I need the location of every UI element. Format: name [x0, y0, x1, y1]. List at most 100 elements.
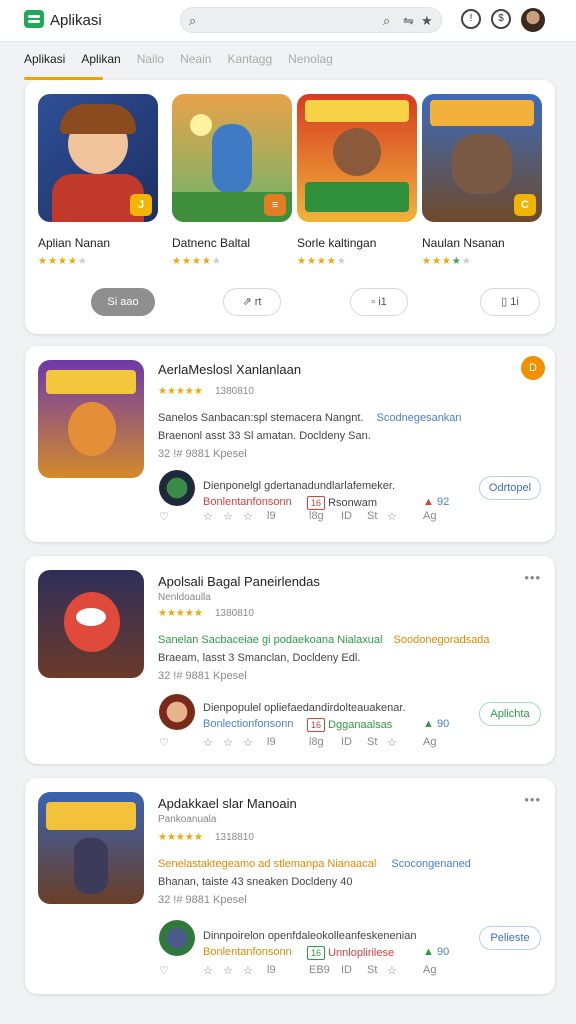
developer-line: Dinnpoirelon openfdaleokolleanfeskenenia… — [203, 930, 417, 942]
featured-tile[interactable]: ≡ — [172, 94, 292, 222]
rating-tag: 16 — [307, 718, 326, 732]
pill-button[interactable]: ⇗ rt — [223, 288, 281, 316]
rating-stars: ★★★★★ — [172, 256, 222, 267]
star-icon[interactable]: ☆ — [223, 736, 233, 749]
developer-tag: 16 Dgganaalsas — [307, 718, 392, 732]
featured-tile[interactable]: J — [38, 94, 158, 222]
share-icon[interactable]: ⇋ — [403, 13, 414, 29]
star-icon[interactable]: ☆ — [203, 736, 213, 749]
featured-name: Sorle kaltingan — [297, 236, 377, 250]
developer-avatar[interactable] — [159, 470, 195, 506]
star-icon[interactable]: ☆ — [243, 736, 253, 749]
notification-badge[interactable]: D — [521, 356, 545, 380]
description-line: Sanelos Sanbacan:spl stemacera Nangnt. S… — [158, 412, 462, 424]
description-line: Sanelan Sacbaceiae gi podaekoana Nialaxu… — [158, 634, 490, 646]
meta-line: 32 !# 9881 Kpesel — [158, 448, 247, 460]
action-button[interactable]: Aplichta — [479, 702, 541, 726]
featured-tile[interactable]: C — [422, 94, 542, 222]
developer-number: ▲ 90 — [423, 718, 449, 730]
foot-value: ID — [341, 510, 352, 522]
rating-stars: ★★★★★ — [38, 256, 88, 267]
more-icon[interactable]: ••• — [524, 792, 541, 807]
more-icon[interactable]: ••• — [524, 570, 541, 585]
history-icon[interactable]: ! — [461, 9, 481, 29]
like-icon[interactable]: ♡ — [159, 510, 169, 523]
foot-value: l9 — [267, 510, 276, 522]
badge-icon: ≡ — [264, 194, 286, 216]
tab-bar: Aplikasi Aplikan Nailo Neain Kantagg Nen… — [24, 52, 349, 66]
foot-value: Ag — [423, 736, 437, 748]
description-line: Braenonl asst 33 Sl amatan. Docldeny San… — [158, 430, 371, 442]
search-input[interactable]: ⌕ ⌕ ⇋ ★ — [180, 7, 442, 33]
pill-button[interactable]: ▫ i1 — [350, 288, 408, 316]
action-button[interactable]: Pelieste — [479, 926, 541, 950]
developer-tag: 16 Unnloplirilese — [307, 946, 394, 960]
search-icon: ⌕ — [189, 13, 197, 28]
rating-count: 1380810 — [215, 386, 254, 397]
star-icon[interactable]: ☆ — [243, 964, 253, 977]
app-icon-small: ▲ — [423, 496, 434, 508]
developer-name[interactable]: Bonlectionfonsonn — [203, 718, 294, 730]
description-text: Sanelan Sacbaceiae gi podaekoana Nialaxu… — [158, 634, 383, 646]
star-icon[interactable]: ★ — [421, 13, 433, 29]
developer-count: 92 — [436, 496, 450, 508]
developer-tag-label: Rsonwam — [328, 497, 377, 509]
app-card[interactable]: AerlaMeslosl Xanlanlaan D ★★★★★ 1380810 … — [25, 346, 555, 542]
star-icon[interactable]: ☆ — [387, 736, 397, 749]
description-line: Braeam, lasst 3 Smanclan, Docldeny Edl. — [158, 652, 361, 664]
foot-value: Ag — [423, 510, 437, 522]
tab-aplikan[interactable]: Aplikan — [81, 52, 120, 66]
developer-avatar[interactable] — [159, 694, 195, 730]
foot-value: Ag — [423, 964, 437, 976]
app-title: Apdakkael slar Manoain — [158, 796, 297, 811]
description-link[interactable]: Soodonegoradsada — [394, 634, 490, 646]
app-logo-icon[interactable] — [24, 10, 44, 28]
tab-neain[interactable]: Neain — [180, 52, 211, 66]
app-name: Aplikasi — [50, 12, 102, 29]
developer-name[interactable]: Bonlentanfonsonn — [203, 946, 292, 958]
search-icon[interactable]: ⌕ — [383, 13, 390, 29]
app-title: Apolsali Bagal Paneirlendas — [158, 574, 320, 589]
developer-name[interactable]: Bonlentanfonsonn — [203, 496, 292, 508]
badge-icon: J — [130, 194, 152, 216]
app-subtitle: Nenldoaulla — [158, 592, 211, 603]
rating-stars: ★★★★★ — [158, 386, 203, 397]
developer-count: 90 — [436, 946, 450, 958]
description-link[interactable]: Scodnegesankan — [377, 412, 462, 424]
foot-value: l9 — [267, 964, 276, 976]
app-icon — [38, 792, 144, 904]
tab-aplikasi[interactable]: Aplikasi — [24, 52, 65, 66]
rating-stars: ★★★★★ — [158, 832, 203, 843]
star-icon[interactable]: ☆ — [203, 510, 213, 523]
foot-value: EB9 — [309, 964, 330, 976]
foot-value: ID — [341, 736, 352, 748]
like-icon[interactable]: ♡ — [159, 964, 169, 977]
app-title: AerlaMeslosl Xanlanlaan — [158, 362, 302, 377]
star-icon[interactable]: ☆ — [223, 964, 233, 977]
action-button[interactable]: Odrtopel — [479, 476, 541, 500]
featured-tile[interactable] — [297, 94, 417, 222]
rating-tag: 16 — [307, 496, 326, 510]
developer-number: ▲ 90 — [423, 946, 449, 958]
app-icon — [38, 570, 144, 678]
star-icon[interactable]: ☆ — [243, 510, 253, 523]
developer-avatar[interactable] — [159, 920, 195, 956]
description-link[interactable]: Scocongenaned — [391, 858, 471, 870]
pill-button[interactable]: ▯ 1i — [480, 288, 540, 316]
developer-count: 90 — [436, 718, 450, 730]
star-icon[interactable]: ☆ — [387, 510, 397, 523]
developer-tag-label: Dgganaalsas — [328, 719, 393, 731]
tab-nenolag[interactable]: Nenolag — [288, 52, 333, 66]
tab-kantagg[interactable]: Kantagg — [227, 52, 272, 66]
like-icon[interactable]: ♡ — [159, 736, 169, 749]
tab-nailo[interactable]: Nailo — [137, 52, 164, 66]
star-icon[interactable]: ☆ — [387, 964, 397, 977]
avatar[interactable] — [521, 8, 545, 32]
star-icon[interactable]: ☆ — [203, 964, 213, 977]
pill-button[interactable]: Si aao — [91, 288, 155, 316]
settings-icon[interactable]: $ — [491, 9, 511, 29]
star-icon[interactable]: ☆ — [223, 510, 233, 523]
app-card[interactable]: Apolsali Bagal Paneirlendas ••• Nenldoau… — [25, 556, 555, 764]
badge-icon: C — [514, 194, 536, 216]
app-card[interactable]: Apdakkael slar Manoain ••• Pankoanuala ★… — [25, 778, 555, 994]
